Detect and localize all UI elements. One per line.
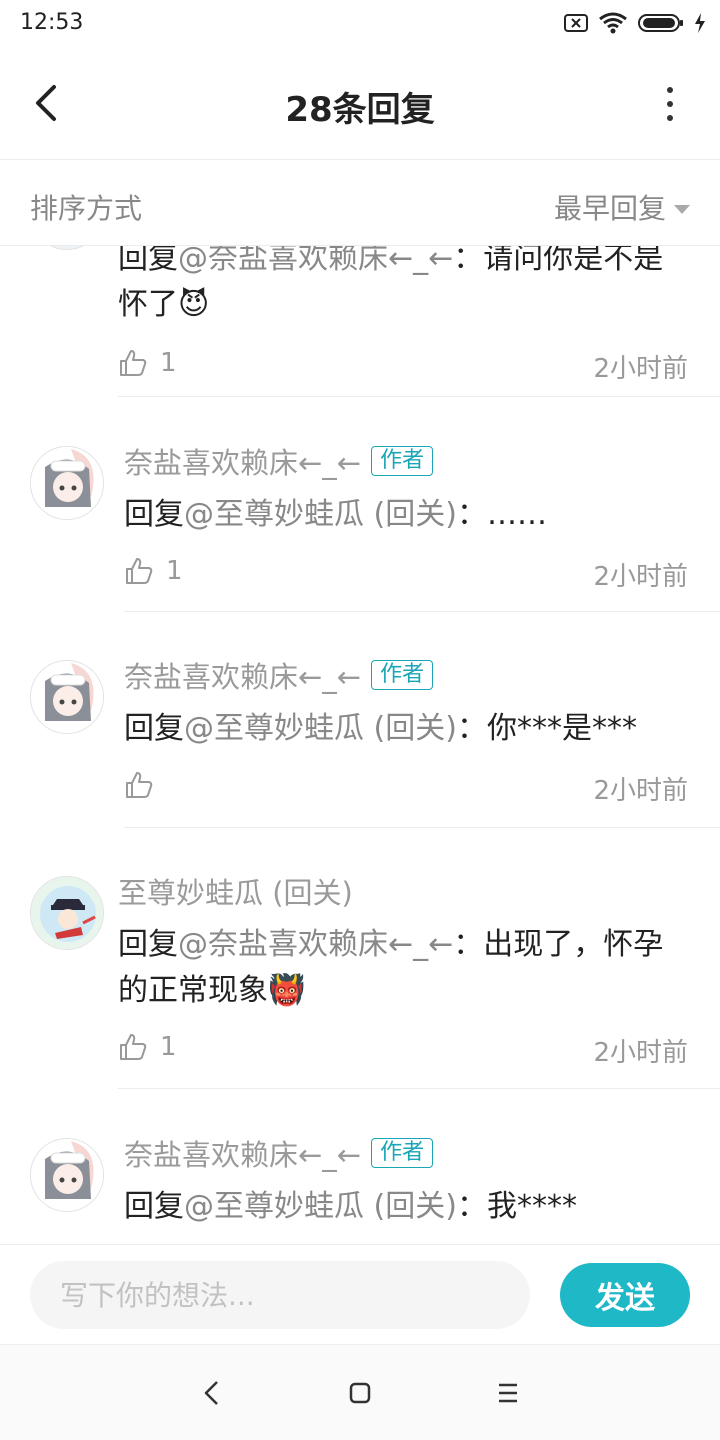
header: 28条回复 bbox=[0, 50, 720, 160]
more-button[interactable] bbox=[660, 84, 680, 124]
thumbs-up-icon bbox=[126, 772, 153, 798]
battery-icon bbox=[638, 13, 684, 37]
avatar[interactable] bbox=[30, 876, 104, 950]
reply-content: 回复@至尊妙蛙瓜 (回关)：…… bbox=[124, 497, 547, 532]
sort-bar: 排序方式 最早回复 bbox=[0, 161, 720, 246]
charging-icon bbox=[694, 13, 706, 37]
nav-menu-button[interactable] bbox=[488, 1373, 528, 1413]
reply-input[interactable] bbox=[30, 1261, 530, 1329]
nav-back-button[interactable] bbox=[192, 1373, 232, 1413]
devil-emoji: 😈 bbox=[178, 287, 210, 322]
author-badge: 作者 bbox=[371, 446, 434, 476]
send-button[interactable]: 发送 bbox=[560, 1263, 690, 1327]
avatar[interactable] bbox=[30, 446, 104, 520]
reply-time: 2小时前 bbox=[593, 562, 688, 592]
thumbs-up-icon bbox=[126, 558, 153, 584]
reply-time: 2小时前 bbox=[593, 1038, 688, 1068]
reply-time: 2小时前 bbox=[593, 354, 688, 384]
reply-author-row: 至尊妙蛙瓜 (回关) bbox=[118, 870, 353, 912]
reply-content: 回复@奈盐喜欢赖床←_←：出现了，怀孕的正常现象👹 bbox=[118, 927, 664, 1008]
author-badge: 作者 bbox=[371, 660, 434, 690]
sort-dropdown[interactable]: 最早回复 bbox=[554, 187, 690, 227]
system-nav-bar bbox=[0, 1344, 720, 1440]
reply-item: 回复@奈盐喜欢赖床←_←：请问你是不是怀了😈 1 2小时前 bbox=[0, 246, 720, 397]
reply-time: 2小时前 bbox=[593, 776, 688, 806]
mention-link[interactable]: @奈盐喜欢赖床←_← bbox=[178, 246, 453, 276]
reply-item: 奈盐喜欢赖床←_← 作者 回复@至尊妙蛙瓜 (回关)：你***是*** 2小时前 bbox=[0, 612, 720, 828]
username[interactable]: 奈盐喜欢赖床←_← bbox=[124, 440, 361, 482]
sort-selected-value: 最早回复 bbox=[553, 192, 666, 225]
reply-content: 回复@至尊妙蛙瓜 (回关)：我**** bbox=[124, 1189, 577, 1224]
caret-down-icon bbox=[674, 204, 690, 214]
reply-author-row: 奈盐喜欢赖床←_← 作者 bbox=[124, 440, 434, 482]
like-button[interactable]: 1 bbox=[124, 556, 183, 586]
reply-list[interactable]: 回复@奈盐喜欢赖床←_←：请问你是不是怀了😈 1 2小时前 奈盐喜欢赖床←_← … bbox=[0, 246, 720, 1244]
reply-content: 回复@奈盐喜欢赖床←_←：请问你是不是怀了😈 bbox=[118, 246, 688, 328]
reply-item: 至尊妙蛙瓜 (回关) 回复@奈盐喜欢赖床←_←：出现了，怀孕的正常现象👹 1 2… bbox=[0, 828, 720, 1090]
like-button[interactable] bbox=[124, 770, 166, 800]
page-title: 28条回复 bbox=[285, 90, 435, 130]
status-icons bbox=[564, 12, 706, 38]
mention-link[interactable]: @至尊妙蛙瓜 (回关) bbox=[184, 1189, 457, 1224]
status-time: 12:53 bbox=[20, 10, 84, 35]
mention-link[interactable]: @至尊妙蛙瓜 (回关) bbox=[184, 711, 457, 746]
thumbs-up-icon bbox=[120, 1034, 147, 1060]
thumbs-up-icon bbox=[120, 350, 147, 376]
sort-label: 排序方式 bbox=[30, 192, 143, 225]
nav-back-icon bbox=[204, 1381, 218, 1405]
reply-composer: 发送 bbox=[0, 1244, 720, 1344]
username[interactable]: 至尊妙蛙瓜 (回关) bbox=[118, 870, 353, 912]
reply-author-row: 奈盐喜欢赖床←_← 作者 bbox=[124, 654, 434, 696]
like-count: 1 bbox=[160, 1032, 177, 1062]
mention-link[interactable]: @至尊妙蛙瓜 (回关) bbox=[184, 497, 457, 532]
divider bbox=[118, 1088, 720, 1089]
username[interactable]: 奈盐喜欢赖床←_← bbox=[124, 1132, 361, 1174]
mention-link[interactable]: @奈盐喜欢赖床←_← bbox=[178, 927, 453, 962]
nav-home-icon bbox=[349, 1382, 371, 1404]
like-button[interactable]: 1 bbox=[118, 1032, 177, 1062]
avatar[interactable] bbox=[30, 660, 104, 734]
wifi-icon bbox=[598, 12, 628, 38]
like-count: 1 bbox=[166, 556, 183, 586]
username[interactable]: 奈盐喜欢赖床←_← bbox=[124, 654, 361, 696]
reply-author-row: 奈盐喜欢赖床←_← 作者 bbox=[124, 1132, 434, 1174]
nav-menu-icon bbox=[499, 1383, 517, 1403]
sim-off-icon bbox=[564, 13, 588, 37]
reply-item: 奈盐喜欢赖床←_← 作者 回复@至尊妙蛙瓜 (回关)：…… 1 2小时前 bbox=[0, 396, 720, 612]
avatar[interactable] bbox=[30, 246, 104, 250]
reply-item: 奈盐喜欢赖床←_← 作者 回复@至尊妙蛙瓜 (回关)：我**** bbox=[0, 1090, 720, 1244]
avatar[interactable] bbox=[30, 1138, 104, 1212]
ogre-emoji: 👹 bbox=[268, 973, 306, 1008]
like-button[interactable]: 1 bbox=[118, 348, 177, 378]
status-bar: 12:53 bbox=[0, 0, 720, 50]
reply-content: 回复@至尊妙蛙瓜 (回关)：你***是*** bbox=[124, 711, 637, 746]
nav-home-button[interactable] bbox=[340, 1373, 380, 1413]
author-badge: 作者 bbox=[371, 1138, 434, 1168]
like-count: 1 bbox=[160, 348, 177, 378]
more-dots-icon bbox=[667, 87, 673, 93]
